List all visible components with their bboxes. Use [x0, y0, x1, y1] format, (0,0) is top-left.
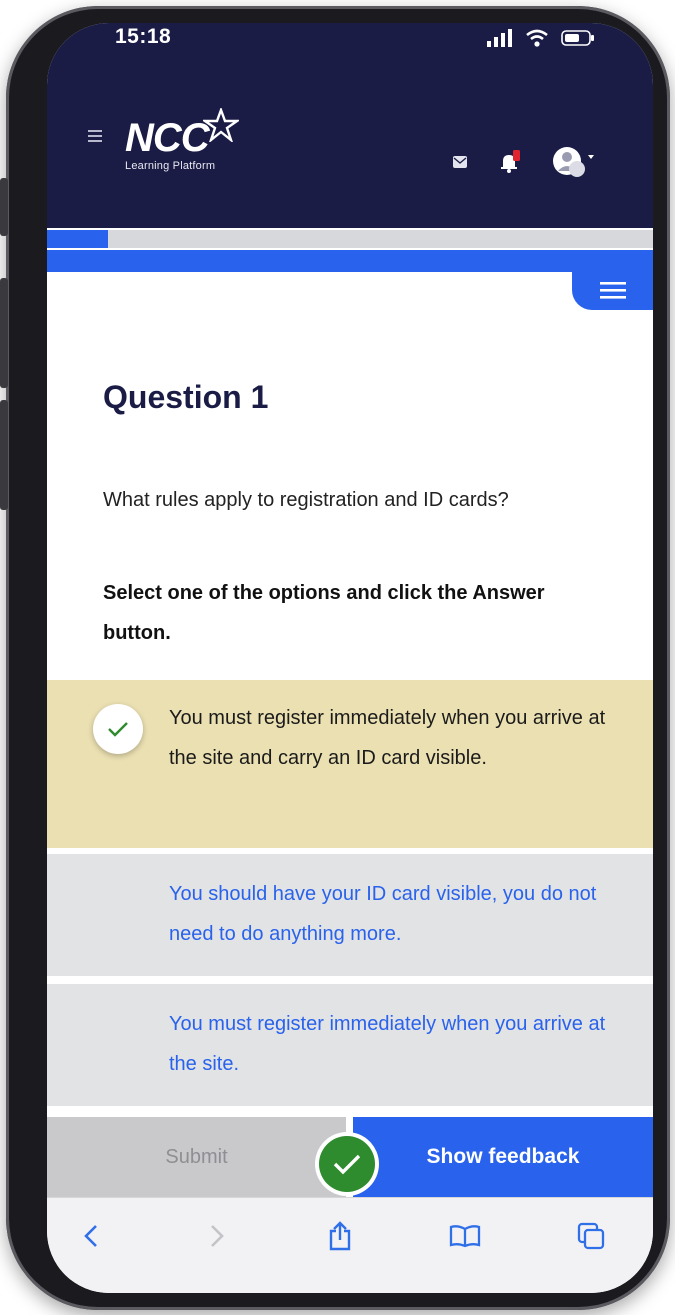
logo-text: NCC [125, 116, 210, 160]
share-icon [329, 1221, 351, 1251]
selected-indicator [93, 704, 143, 754]
logo-subtitle: Learning Platform [125, 160, 216, 172]
bell-icon[interactable] [497, 150, 521, 174]
share-button[interactable] [320, 1216, 360, 1256]
correct-answer-badge [319, 1136, 375, 1192]
status-time: 15:18 [115, 25, 172, 48]
question-text: What rules apply to registration and ID … [103, 489, 509, 511]
header-actions [453, 143, 595, 181]
content-menu-button[interactable] [572, 270, 653, 310]
submit-button[interactable]: Submit [47, 1117, 346, 1197]
answer-option-label: You must register immediately when you a… [169, 1013, 606, 1075]
accent-band [47, 250, 653, 272]
wifi-icon [526, 29, 548, 47]
chevron-left-icon [84, 1225, 97, 1247]
answer-option-3[interactable]: You must register immediately when you a… [47, 984, 653, 1106]
answer-option-label: You must register immediately when you a… [169, 707, 606, 769]
book-icon [449, 1225, 481, 1248]
volume-up-button [0, 278, 8, 388]
message-icon[interactable] [453, 156, 467, 168]
question-instruction: Select one of the options and click the … [103, 582, 545, 644]
forward-button[interactable] [197, 1216, 237, 1256]
answer-option-label: You should have your ID card visible, yo… [169, 883, 597, 945]
answer-option-1[interactable]: You must register immediately when you a… [47, 680, 653, 848]
checkmark-icon [333, 1154, 361, 1175]
app-header: 15:18 NCC Learning Platform [47, 23, 653, 228]
ncc-logo: NCC Learning Platform [125, 108, 239, 172]
status-icons [487, 29, 595, 47]
tabs-button[interactable] [571, 1216, 611, 1256]
question-title: Question 1 [103, 379, 269, 415]
back-button[interactable] [71, 1216, 111, 1256]
avatar-icon[interactable] [551, 143, 595, 181]
phone-screen: 15:18 NCC Learning Platform Question 1 W… [47, 23, 653, 1293]
progress-fill [47, 230, 108, 248]
signal-icon [487, 29, 512, 47]
answer-option-2[interactable]: You should have your ID card visible, yo… [47, 854, 653, 976]
checkmark-icon [108, 722, 128, 737]
bookmarks-button[interactable] [445, 1216, 485, 1256]
progress-bar [47, 230, 653, 248]
show-feedback-button[interactable]: Show feedback [353, 1117, 653, 1197]
battery-icon [561, 30, 594, 46]
chevron-right-icon [211, 1225, 224, 1247]
browser-toolbar [47, 1197, 653, 1293]
tabs-icon [577, 1222, 605, 1250]
mute-switch [0, 178, 8, 236]
nav-menu-icon[interactable] [88, 129, 102, 147]
hamburger-icon [599, 282, 626, 299]
volume-down-button [0, 400, 8, 510]
star-icon [203, 108, 239, 142]
